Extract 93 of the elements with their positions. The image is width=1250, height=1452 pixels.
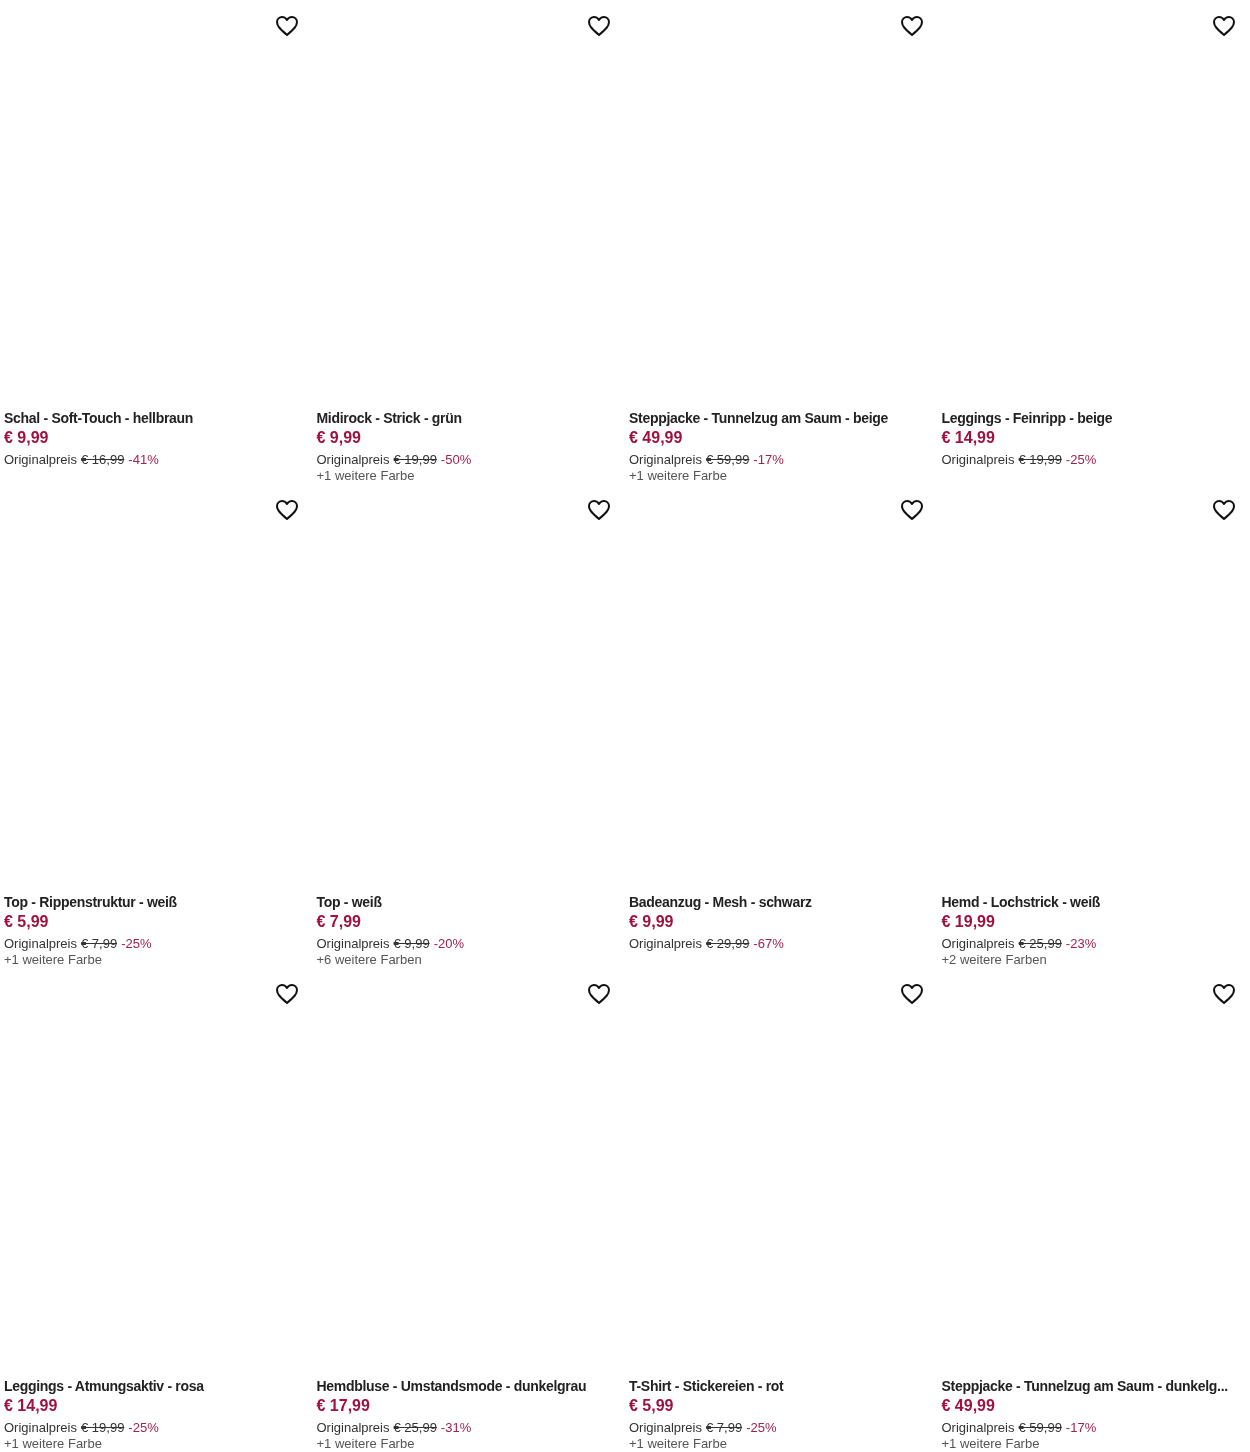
product-title[interactable]: Leggings - Feinripp - beige <box>941 408 1246 428</box>
discount: -20% <box>433 936 464 952</box>
heart-icon <box>587 499 611 521</box>
more-colors: +1 weitere Farbe <box>316 1436 416 1452</box>
original-price: € 25,99 <box>393 1420 437 1436</box>
product-price: € 49,99 <box>629 428 684 448</box>
product-title[interactable]: Top - Rippenstruktur - weiß <box>4 892 309 912</box>
favorite-button[interactable] <box>273 497 300 523</box>
discount: -25% <box>746 1420 777 1436</box>
heart-icon <box>1212 15 1236 37</box>
product-price: € 5,99 <box>629 1396 675 1416</box>
heart-icon <box>899 499 924 521</box>
favorite-button[interactable] <box>898 981 925 1007</box>
product-price: € 5,99 <box>4 912 50 932</box>
heart-icon <box>1212 499 1236 521</box>
more-colors: +6 weitere Farben <box>316 952 423 968</box>
original-price-label: Originalpreis <box>629 936 702 952</box>
heart-icon <box>274 983 299 1005</box>
favorite-button[interactable] <box>586 981 612 1007</box>
heart-icon <box>274 15 299 37</box>
original-price: € 19,99 <box>81 1420 125 1436</box>
product-price: € 49,99 <box>941 1396 996 1416</box>
more-colors: +1 weitere Farbe <box>4 952 103 968</box>
favorite-button[interactable] <box>1211 13 1237 39</box>
favorite-button[interactable] <box>1211 497 1237 523</box>
discount: -31% <box>440 1420 472 1436</box>
heart-icon <box>1212 983 1236 1005</box>
more-colors: +1 weitere Farbe <box>4 1436 103 1452</box>
discount: -50% <box>440 452 472 468</box>
original-price-label: Originalpreis <box>316 452 390 468</box>
favorite-button[interactable] <box>586 497 612 523</box>
heart-icon <box>899 15 924 37</box>
discount: -67% <box>753 936 784 952</box>
original-price: € 16,99 <box>81 452 125 468</box>
original-price-label: Originalpreis <box>629 452 702 468</box>
more-colors: +2 weitere Farben <box>941 952 1048 968</box>
discount: -23% <box>1065 936 1097 952</box>
product-title[interactable]: Hemd - Lochstrick - weiß <box>941 892 1246 912</box>
product-price: € 9,99 <box>4 428 50 448</box>
original-price: € 25,99 <box>1018 936 1062 952</box>
original-price: € 19,99 <box>393 452 437 468</box>
product-price: € 9,99 <box>316 428 362 448</box>
original-price: € 7,99 <box>81 936 118 952</box>
favorite-button[interactable] <box>586 13 612 39</box>
original-price: € 59,99 <box>706 452 750 468</box>
discount: -41% <box>128 452 159 468</box>
favorite-button[interactable] <box>273 981 300 1007</box>
original-price-label: Originalpreis <box>4 452 77 468</box>
product-title[interactable]: Midirock - Strick - grün <box>316 408 621 428</box>
heart-icon <box>587 983 611 1005</box>
product-title[interactable]: Badeanzug - Mesh - schwarz <box>629 892 934 912</box>
favorite-button[interactable] <box>273 13 300 39</box>
discount: -25% <box>128 1420 159 1436</box>
heart-icon <box>587 15 611 37</box>
original-price: € 7,99 <box>706 1420 743 1436</box>
product-title[interactable]: Hemdbluse - Umstandsmode - dunkelgrau <box>316 1376 621 1396</box>
product-title[interactable]: Top - weiß <box>316 892 621 912</box>
favorite-button[interactable] <box>898 497 925 523</box>
heart-icon <box>274 499 299 521</box>
more-colors: +1 weitere Farbe <box>941 1436 1041 1452</box>
discount: -25% <box>121 936 152 952</box>
discount: -25% <box>1065 452 1097 468</box>
original-price: € 29,99 <box>706 936 750 952</box>
product-title[interactable]: Leggings - Atmungsaktiv - rosa <box>4 1376 309 1396</box>
product-price: € 7,99 <box>316 912 362 932</box>
product-price: € 17,99 <box>316 1396 371 1416</box>
original-price-label: Originalpreis <box>941 1420 1015 1436</box>
original-price-label: Originalpreis <box>4 936 77 952</box>
more-colors: +1 weitere Farbe <box>316 468 416 484</box>
original-price: € 9,99 <box>393 936 430 952</box>
original-price: € 59,99 <box>1018 1420 1062 1436</box>
product-price: € 14,99 <box>4 1396 59 1416</box>
product-title[interactable]: T-Shirt - Stickereien - rot <box>629 1376 934 1396</box>
more-colors: +1 weitere Farbe <box>629 1436 728 1452</box>
discount: -17% <box>753 452 784 468</box>
discount: -17% <box>1065 1420 1097 1436</box>
heart-icon <box>899 983 924 1005</box>
more-colors: +1 weitere Farbe <box>629 468 728 484</box>
favorite-button[interactable] <box>1211 981 1237 1007</box>
favorite-button[interactable] <box>898 13 925 39</box>
product-title[interactable]: Schal - Soft-Touch - hellbraun <box>4 408 309 428</box>
product-title[interactable]: Steppjacke - Tunnelzug am Saum - beige <box>629 408 934 428</box>
original-price-label: Originalpreis <box>316 936 390 952</box>
product-price: € 14,99 <box>941 428 996 448</box>
product-price: € 19,99 <box>941 912 996 932</box>
original-price-label: Originalpreis <box>316 1420 390 1436</box>
original-price-label: Originalpreis <box>941 936 1015 952</box>
original-price-label: Originalpreis <box>941 452 1015 468</box>
original-price-label: Originalpreis <box>629 1420 702 1436</box>
product-title[interactable]: Steppjacke - Tunnelzug am Saum - dunkelg... <box>941 1376 1246 1396</box>
original-price-label: Originalpreis <box>4 1420 77 1436</box>
original-price: € 19,99 <box>1018 452 1062 468</box>
product-price: € 9,99 <box>629 912 675 932</box>
